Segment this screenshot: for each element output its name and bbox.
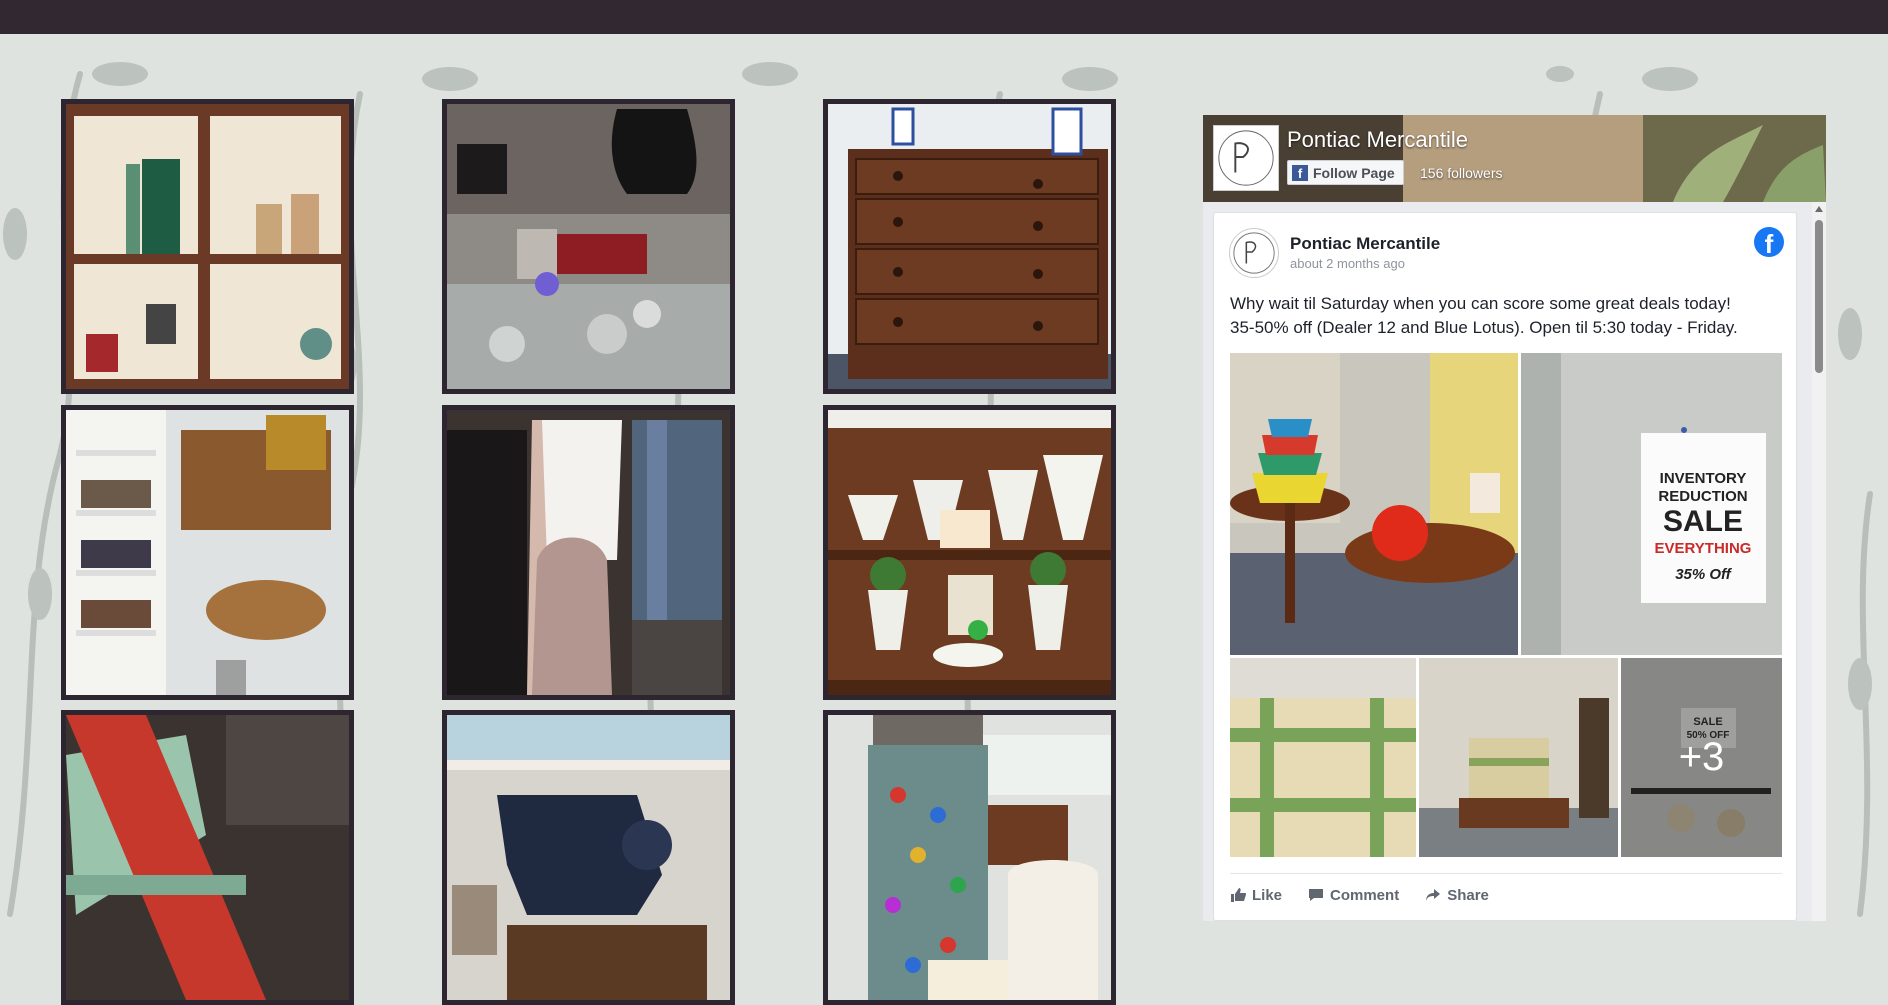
post-author-name[interactable]: Pontiac Mercantile [1290, 234, 1440, 254]
follow-page-button[interactable]: f Follow Page [1287, 160, 1404, 185]
comment-label: Comment [1330, 886, 1400, 904]
wooden-dresser-photo [828, 104, 1111, 389]
comment-icon [1309, 889, 1324, 901]
gallery-tile-6[interactable] [823, 405, 1116, 700]
shelving-cubes-photo [66, 104, 349, 389]
facebook-f-icon: f [1292, 164, 1308, 181]
scroll-up-arrow-icon[interactable] [1815, 206, 1823, 212]
follow-page-label: Follow Page [1313, 164, 1395, 181]
like-label: Like [1252, 886, 1283, 904]
thumbs-up-icon [1231, 888, 1246, 902]
sign-line-1: INVENTORY [1660, 470, 1747, 487]
like-button[interactable]: Like [1230, 887, 1282, 904]
share-label: Share [1447, 886, 1489, 904]
facebook-page-widget: Pontiac Mercantile f Follow Page 156 fol… [1203, 115, 1826, 921]
sewing-machine-photo [447, 715, 730, 1000]
sign-line-4: EVERYTHING [1655, 540, 1752, 557]
more-photos-overlay[interactable]: +3 [1621, 658, 1782, 857]
gallery-tile-9[interactable] [823, 710, 1116, 1005]
post-text: Why wait til Saturday when you can score… [1230, 292, 1790, 340]
sign-line-2: REDUCTION [1658, 488, 1747, 505]
post-text-line-2: 35-50% off (Dealer 12 and Blue Lotus). O… [1230, 318, 1738, 337]
gallery-tile-4[interactable] [61, 405, 354, 700]
followers-count: 156 followers [1420, 165, 1503, 181]
post-author-avatar[interactable] [1229, 228, 1279, 278]
post-photo-grid: INVENTORY REDUCTION SALE EVERYTHING 35% … [1230, 353, 1782, 857]
post-actions: Like Comment Share [1230, 873, 1782, 916]
post-photo-3[interactable] [1230, 658, 1416, 857]
jewelry-display-photo [447, 104, 730, 389]
sign-line-5: 35% Off [1675, 566, 1733, 583]
sign-line-3: SALE [1663, 505, 1743, 538]
gallery-tile-1[interactable] [61, 99, 354, 394]
facebook-logo-icon[interactable]: f [1754, 227, 1784, 257]
post-text-line-1: Why wait til Saturday when you can score… [1230, 294, 1731, 313]
post-photo-2[interactable]: INVENTORY REDUCTION SALE EVERYTHING 35% … [1521, 353, 1782, 655]
feed-scrollbar[interactable] [1812, 202, 1826, 921]
gallery-tile-8[interactable] [442, 710, 735, 1005]
gallery-tile-7[interactable] [61, 710, 354, 1005]
post-photo-4[interactable] [1419, 658, 1618, 857]
gallery-tile-2[interactable] [442, 99, 735, 394]
milk-glass-shelf-photo [828, 410, 1111, 695]
post-photo-1[interactable] [1230, 353, 1518, 655]
facebook-page-header[interactable]: Pontiac Mercantile f Follow Page 156 fol… [1203, 115, 1826, 202]
facebook-feed[interactable]: Pontiac Mercantile about 2 months ago f … [1203, 202, 1826, 921]
scrollbar-thumb[interactable] [1815, 220, 1823, 373]
pennant-chair-photo [66, 715, 349, 1000]
share-icon [1426, 889, 1441, 901]
gallery-tile-5[interactable] [442, 405, 735, 700]
gallery-tile-3[interactable] [823, 99, 1116, 394]
share-button[interactable]: Share [1425, 887, 1489, 904]
comment-button[interactable]: Comment [1308, 887, 1399, 904]
post-photo-5[interactable]: SALE 50% OFF +3 [1621, 658, 1782, 857]
top-bar [0, 0, 1888, 34]
facebook-post: Pontiac Mercantile about 2 months ago f … [1213, 212, 1797, 921]
page-logo[interactable] [1213, 125, 1279, 191]
clothing-rack-photo [447, 410, 730, 695]
post-timestamp[interactable]: about 2 months ago [1290, 256, 1405, 271]
bookshelf-corner-photo [66, 410, 349, 695]
page-name[interactable]: Pontiac Mercantile [1287, 127, 1468, 153]
marble-jar-photo [828, 715, 1111, 1000]
